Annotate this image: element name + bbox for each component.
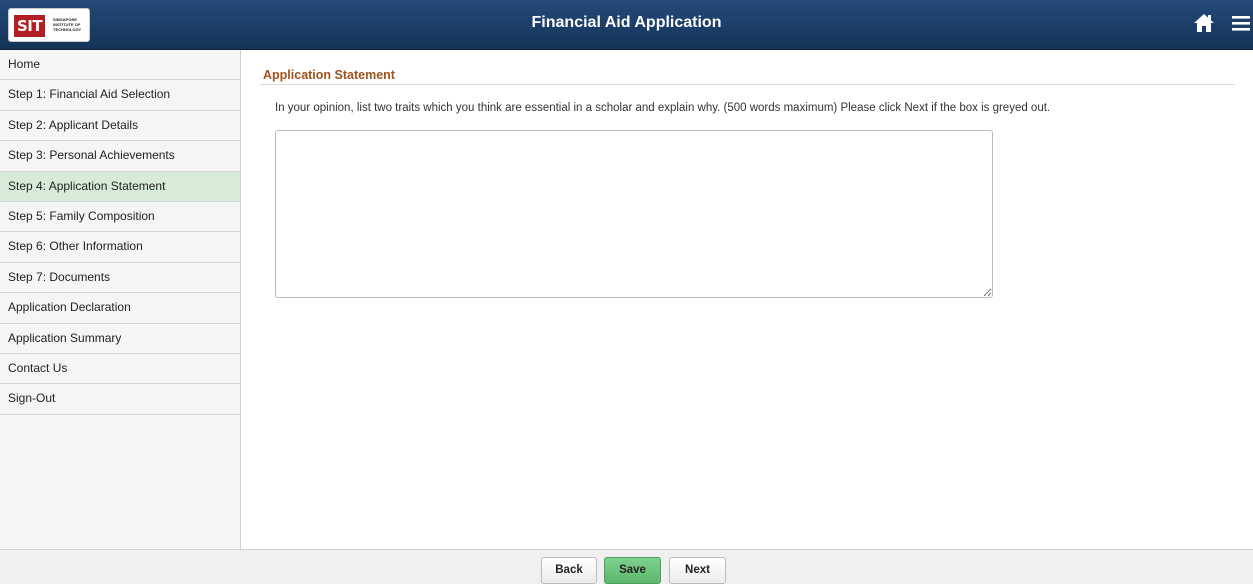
sidebar-item-step-7[interactable]: Step 7: Documents: [0, 263, 240, 294]
sidebar-item-step-2[interactable]: Step 2: Applicant Details: [0, 111, 240, 142]
sidebar-item-summary[interactable]: Application Summary: [0, 324, 240, 354]
footer-bar: Back Save Next: [0, 549, 1253, 584]
save-button[interactable]: Save: [604, 557, 661, 584]
back-button[interactable]: Back: [541, 557, 597, 584]
statement-instructions: In your opinion, list two traits which y…: [275, 102, 1051, 114]
sidebar-item-sign-out[interactable]: Sign-Out: [0, 384, 240, 415]
sidebar-item-home[interactable]: Home: [0, 50, 240, 81]
logo-text: SINGAPORE INSTITUTE OF TECHNOLOGY: [53, 17, 82, 32]
sidebar-item-step-5[interactable]: Step 5: Family Composition: [0, 202, 240, 233]
section-title: Application Statement: [263, 68, 395, 82]
main-content: Application Statement In your opinion, l…: [241, 50, 1253, 549]
sidebar-item-step-1[interactable]: Step 1: Financial Aid Selection: [0, 80, 240, 111]
application-statement-textarea[interactable]: [275, 130, 993, 298]
sit-logo[interactable]: SIT SINGAPORE INSTITUTE OF TECHNOLOGY: [8, 8, 90, 42]
section-divider: [260, 84, 1235, 85]
sidebar-item-contact-us[interactable]: Contact Us: [0, 354, 240, 385]
sidebar-nav: Home Step 1: Financial Aid Selection Ste…: [0, 50, 241, 549]
sidebar-item-step-6[interactable]: Step 6: Other Information: [0, 232, 240, 263]
home-icon[interactable]: [1193, 12, 1215, 34]
sidebar-item-declaration[interactable]: Application Declaration: [0, 293, 240, 324]
page-title: Financial Aid Application: [531, 14, 722, 31]
sidebar-item-step-3[interactable]: Step 3: Personal Achievements: [0, 141, 240, 172]
app-header: SIT SINGAPORE INSTITUTE OF TECHNOLOGY Fi…: [0, 0, 1253, 50]
next-button[interactable]: Next: [669, 557, 726, 584]
logo-mark: SIT: [14, 15, 46, 37]
sidebar-item-step-4[interactable]: Step 4: Application Statement: [0, 171, 240, 202]
hamburger-menu-icon[interactable]: [1232, 13, 1250, 33]
